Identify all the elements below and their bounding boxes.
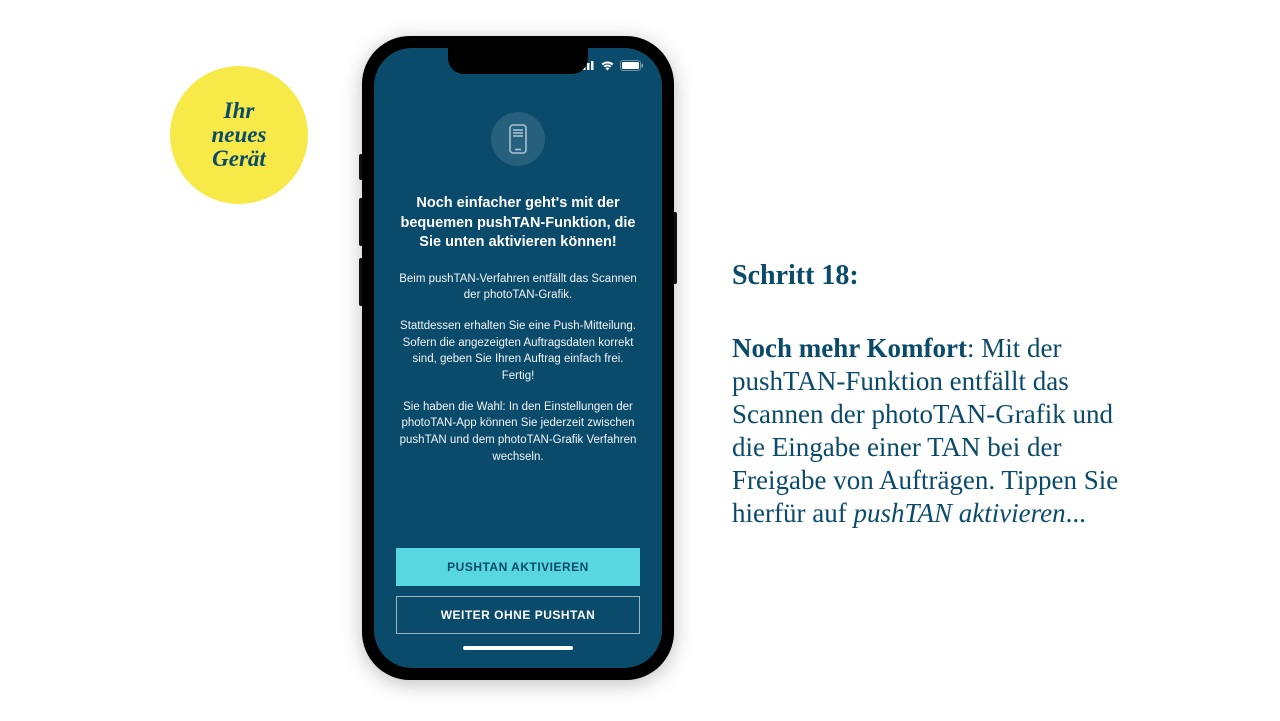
- wifi-icon: [600, 60, 615, 71]
- step-label: Schritt 18:: [732, 260, 1140, 292]
- battery-icon: [620, 60, 644, 71]
- screen-content: Noch einfacher geht's mit der bequemen p…: [374, 82, 662, 668]
- status-icons: [579, 60, 644, 71]
- continue-without-pushtan-button[interactable]: WEITER OHNE PUSHTAN: [396, 596, 640, 634]
- phone-volume-down: [359, 258, 362, 306]
- home-indicator: [463, 646, 573, 650]
- step-bold-lead: Noch mehr Komfort: [732, 333, 967, 363]
- badge-line1: Ihr: [224, 98, 255, 123]
- step-body: Noch mehr Komfort: Mit der pushTAN-Funkt…: [732, 332, 1140, 530]
- new-device-badge: Ihr neues Gerät: [170, 66, 308, 204]
- step-trailing: ...: [1066, 498, 1086, 528]
- button-group: PUSHTAN AKTIVIEREN WEITER OHNE PUSHTAN: [396, 548, 640, 642]
- step-italic-action: pushTAN aktivieren: [853, 498, 1065, 528]
- instructions-panel: Schritt 18: Noch mehr Komfort: Mit der p…: [732, 260, 1140, 530]
- phone-notch: [448, 48, 588, 74]
- screen-heading: Noch einfacher geht's mit der bequemen p…: [396, 194, 640, 253]
- activate-pushtan-button[interactable]: PUSHTAN AKTIVIEREN: [396, 548, 640, 586]
- badge-line2: neues: [212, 122, 267, 147]
- phone-power-button: [674, 212, 677, 284]
- phone-device-icon: [508, 124, 528, 154]
- phone-mute-switch: [359, 154, 362, 180]
- screen-paragraph-1: Beim pushTAN-Verfahren entfällt das Scan…: [396, 271, 640, 304]
- device-icon-circle: [491, 112, 545, 166]
- badge-text: Ihr neues Gerät: [212, 99, 267, 171]
- badge-line3: Gerät: [212, 146, 266, 171]
- phone-screen: Noch einfacher geht's mit der bequemen p…: [374, 48, 662, 668]
- screen-paragraph-2: Stattdessen erhalten Sie eine Push-Mitte…: [396, 318, 640, 385]
- screen-paragraph-3: Sie haben die Wahl: In den Einstellungen…: [396, 399, 640, 466]
- phone-frame: Noch einfacher geht's mit der bequemen p…: [362, 36, 674, 680]
- phone-volume-up: [359, 198, 362, 246]
